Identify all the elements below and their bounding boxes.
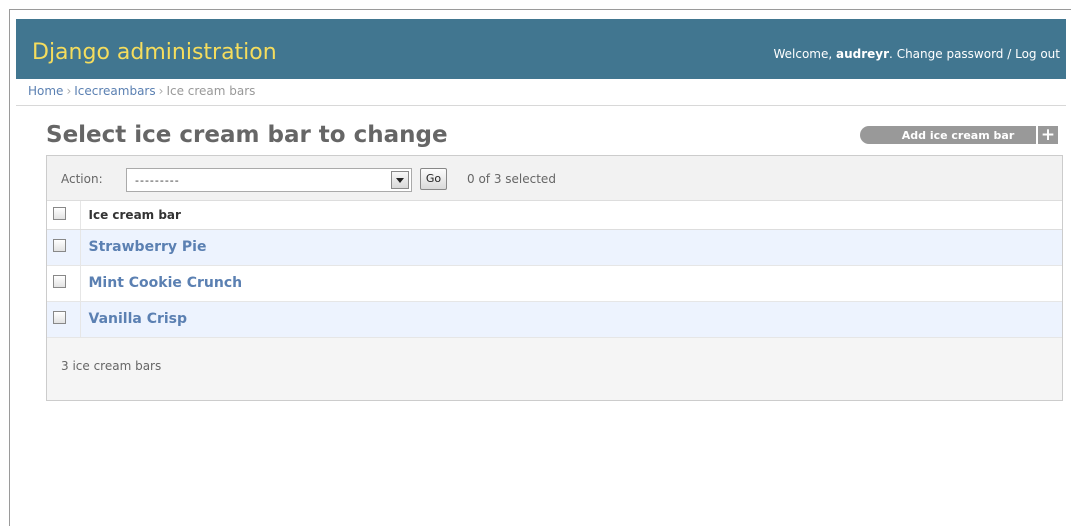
changelist: Action: --------- Go 0 of 3 selected Ice…	[46, 155, 1063, 401]
row-checkbox-cell	[47, 301, 81, 338]
row-checkbox[interactable]	[53, 275, 66, 288]
breadcrumb-current: Ice cream bars	[166, 84, 256, 98]
column-header-ice-cream-bar[interactable]: Ice cream bar	[80, 201, 1062, 230]
action-select-value: ---------	[135, 174, 180, 187]
table-row: Vanilla Crisp	[47, 301, 1062, 338]
breadcrumb-app[interactable]: Icecreambars	[74, 84, 155, 98]
row-label-cell: Strawberry Pie	[80, 229, 1062, 266]
user-tools: Welcome, audreyr. Change password / Log …	[773, 47, 1060, 61]
row-label-cell: Mint Cookie Crunch	[80, 265, 1062, 302]
row-link[interactable]: Strawberry Pie	[89, 239, 207, 255]
row-link[interactable]: Mint Cookie Crunch	[89, 275, 243, 291]
username: audreyr	[836, 47, 890, 61]
add-ice-cream-bar-button[interactable]: Add ice cream bar +	[860, 126, 1058, 144]
row-checkbox[interactable]	[53, 311, 66, 324]
results-table: Ice cream bar Strawberry Pie Mint Cookie…	[47, 201, 1062, 338]
selection-count: 0 of 3 selected	[467, 172, 556, 186]
user-tools-separator: .	[889, 47, 897, 61]
row-link[interactable]: Vanilla Crisp	[89, 311, 188, 327]
breadcrumb-separator: ›	[158, 84, 164, 98]
user-tools-slash: /	[1003, 47, 1016, 61]
change-password-link[interactable]: Change password	[897, 47, 1004, 61]
table-row: Strawberry Pie	[47, 229, 1062, 266]
go-button[interactable]: Go	[420, 168, 447, 190]
logout-link[interactable]: Log out	[1015, 47, 1060, 61]
row-checkbox[interactable]	[53, 239, 66, 252]
welcome-text: Welcome,	[773, 47, 837, 61]
table-header-row: Ice cream bar	[47, 201, 1062, 230]
add-button-label: Add ice cream bar	[901, 128, 1015, 142]
row-checkbox-cell	[47, 265, 81, 302]
header-checkbox-cell	[47, 201, 81, 230]
site-header: Django administration Welcome, audreyr. …	[16, 19, 1066, 79]
browser-viewport: Django administration Welcome, audreyr. …	[9, 9, 1071, 526]
row-checkbox-cell	[47, 229, 81, 266]
page-title: Select ice cream bar to change	[46, 122, 448, 148]
breadcrumb-separator: ›	[66, 84, 72, 98]
action-label: Action:	[61, 172, 103, 186]
table-row: Mint Cookie Crunch	[47, 265, 1062, 302]
select-all-checkbox[interactable]	[53, 206, 66, 220]
actions-bar: Action: --------- Go 0 of 3 selected	[47, 156, 1062, 201]
action-select[interactable]: ---------	[126, 168, 412, 192]
breadcrumb-home[interactable]: Home	[28, 84, 63, 98]
site-brand[interactable]: Django administration	[32, 40, 277, 65]
breadcrumb: Home › Icecreambars › Ice cream bars	[16, 79, 1066, 106]
row-label-cell: Vanilla Crisp	[80, 301, 1062, 338]
plus-icon: +	[1036, 126, 1058, 144]
chevron-down-icon[interactable]	[391, 171, 409, 189]
paginator: 3 ice cream bars	[61, 359, 162, 373]
